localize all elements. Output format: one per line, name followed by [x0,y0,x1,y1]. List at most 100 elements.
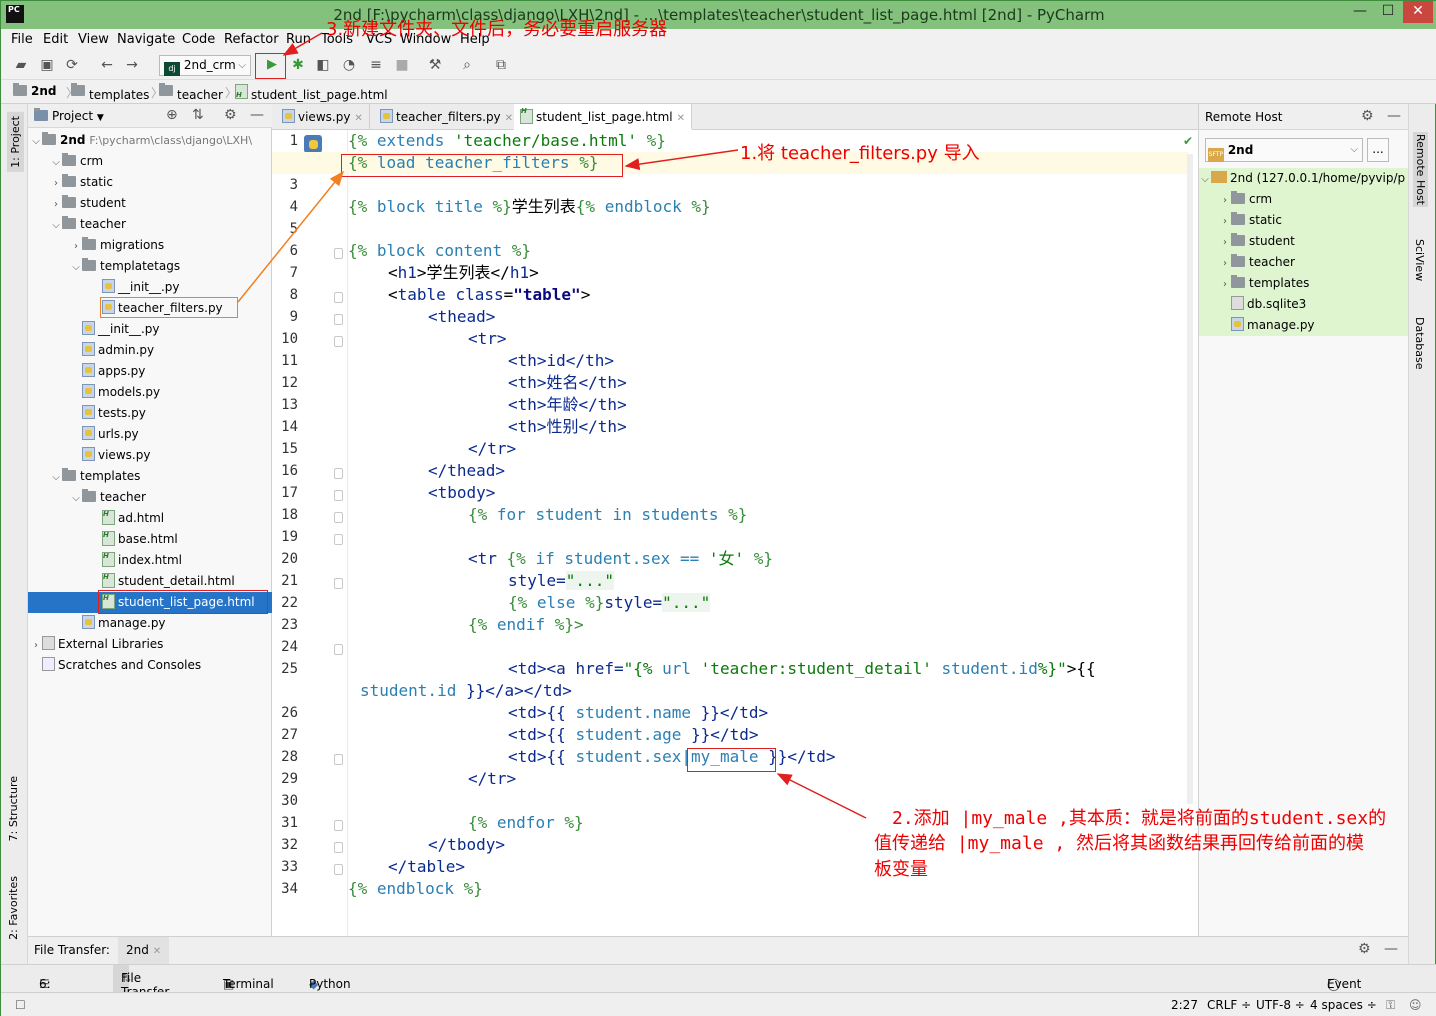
tree-folder[interactable]: ⌵ templatetags [28,256,272,277]
tree-file[interactable]: Scratches and Consoles [28,655,272,676]
menu-code[interactable]: Code [182,32,215,47]
menu-run[interactable]: Run [286,32,311,47]
forward-icon[interactable]: → [124,57,140,73]
remote-tree-item[interactable]: › student [1199,231,1409,252]
tree-folder[interactable]: ⌵ teacher [28,487,272,508]
tree-file[interactable]: tests.py [28,403,272,424]
chevron-down-icon[interactable]: ⌵ [50,467,62,488]
maximize-button[interactable]: ☐ [1375,1,1401,23]
tab-remote-host[interactable]: Remote Host [1413,132,1428,207]
menu-view[interactable]: View [78,32,109,47]
tree-folder[interactable]: › migrations [28,235,272,256]
fold-marker-icon[interactable] [334,534,343,545]
tab-student-list-page-html[interactable]: student_list_page.html✕ [514,98,693,130]
browse-button[interactable]: ... [1367,138,1389,162]
chevron-right-icon[interactable]: › [50,173,62,194]
collapse-icon[interactable]: ⇅ [192,107,204,123]
fold-marker-icon[interactable] [334,754,343,765]
close-button[interactable]: ✕ [1403,1,1433,23]
chevron-down-icon[interactable]: ⌵ [50,152,62,173]
tree-file[interactable]: › External Libraries [28,634,272,655]
hide-icon[interactable]: — [1384,941,1398,957]
tree-folder[interactable]: ⌵ crm [28,151,272,172]
lock-icon[interactable]: ⚿ [1386,998,1395,1013]
remote-tree-item[interactable]: db.sqlite3 [1199,294,1409,315]
remote-tree-root[interactable]: ⌵ 2nd (127.0.0.1/home/pyvip/p [1199,168,1409,189]
menu-edit[interactable]: Edit [43,32,68,47]
chevron-down-icon[interactable]: ⌵ [70,257,82,278]
fold-marker-icon[interactable] [334,292,343,303]
open-folder-icon[interactable]: ▰ [13,57,29,73]
chevron-right-icon[interactable]: › [70,236,82,257]
tree-file[interactable]: student_detail.html [28,567,272,592]
chevron-down-icon[interactable]: ⌵ [70,488,82,509]
close-tab-icon[interactable]: ✕ [677,113,685,124]
tree-file[interactable]: __init__.py [28,277,272,298]
tab-views-py[interactable]: views.py ✕ [276,104,370,130]
tree-root-2nd[interactable]: ⌵ 2nd F:\pycharm\class\django\LXH\ [28,130,272,151]
editor-scrollbar[interactable] [1187,154,1193,804]
tree-folder[interactable]: ⌵ teacher [28,214,272,235]
tree-file[interactable]: admin.py [28,340,272,361]
tree-file[interactable]: base.html [28,525,272,550]
chevron-right-icon[interactable]: › [30,635,42,656]
breadcrumb-item[interactable]: templates [71,83,149,102]
file-transfer-tab[interactable]: 2nd ✕ [118,937,170,964]
tab-structure[interactable]: 7: Structure [7,776,20,841]
remote-tree-item[interactable]: › teacher [1199,252,1409,273]
tree-file[interactable]: apps.py [28,361,272,382]
minimize-button[interactable]: — [1346,1,1374,23]
tree-folder[interactable]: › static [28,172,272,193]
tree-file[interactable]: urls.py [28,424,272,445]
tree-file[interactable]: __init__.py [28,319,272,340]
menu-navigate[interactable]: Navigate [117,32,175,47]
tab-teacher-filters-py[interactable]: teacher_filters.py ✕ [374,104,521,130]
profile-icon[interactable]: ◔ [341,57,357,73]
breadcrumb-item[interactable]: student_list_page.html [235,84,388,102]
hide-icon[interactable]: — [250,107,264,123]
close-tab-icon[interactable]: ✕ [354,113,362,124]
menu-refactor[interactable]: Refactor [224,32,279,47]
file-encoding[interactable]: UTF-8 ÷ [1256,998,1305,1012]
chevron-right-icon[interactable]: › [1219,190,1231,211]
fold-marker-icon[interactable] [334,820,343,831]
fold-marker-icon[interactable] [334,578,343,589]
remote-tree-item[interactable]: manage.py [1199,315,1409,336]
expand-arrow-icon[interactable]: ⌵ [30,131,42,152]
tree-file[interactable]: views.py [28,445,272,466]
tree-folder[interactable]: ⌵ templates [28,466,272,487]
run-config-select[interactable]: dj 2nd_crm ⌵ [159,55,251,76]
hide-icon[interactable]: — [1387,108,1401,124]
chevron-right-icon[interactable]: › [50,194,62,215]
gear-icon[interactable]: ⚙ [1361,108,1374,124]
project-panel-title[interactable]: Project [52,109,93,123]
line-separator[interactable]: CRLF ÷ [1207,998,1251,1012]
tree-file[interactable]: manage.py [28,613,272,634]
remote-tree-item[interactable]: › static [1199,210,1409,231]
fold-marker-icon[interactable] [334,336,343,347]
fold-marker-icon[interactable] [334,644,343,655]
chevron-down-icon[interactable]: ⌵ [1199,169,1211,190]
chevron-down-icon[interactable]: ⌵ [50,215,62,236]
indent-setting[interactable]: 4 spaces ÷ [1310,998,1377,1012]
coverage-icon[interactable]: ◧ [315,57,331,73]
tree-folder[interactable]: › student [28,193,272,214]
breadcrumb-item[interactable]: 2nd [13,83,56,98]
sync-icon[interactable]: ⟳ [64,57,80,73]
tab-favorites[interactable]: 2: Favorites [7,876,20,940]
chevron-right-icon[interactable]: › [1219,211,1231,232]
tree-file[interactable]: ad.html [28,504,272,529]
close-tab-icon[interactable]: ✕ [505,113,513,124]
menu-file[interactable]: File [11,32,33,47]
chevron-right-icon[interactable]: › [1219,274,1231,295]
toggle-panels-icon[interactable]: ☐ [15,998,26,1012]
chevron-down-icon[interactable]: ▼ [97,113,104,123]
fold-marker-icon[interactable] [334,314,343,325]
inspector-icon[interactable]: ☺ [1409,998,1422,1012]
tab-sciview[interactable]: SciView [1413,239,1426,281]
tab-database[interactable]: Database [1413,317,1426,370]
stop-icon[interactable]: ■ [394,57,410,73]
fold-marker-icon[interactable] [334,248,343,259]
remote-tree-item[interactable]: › templates [1199,273,1409,294]
fold-marker-icon[interactable] [334,490,343,501]
